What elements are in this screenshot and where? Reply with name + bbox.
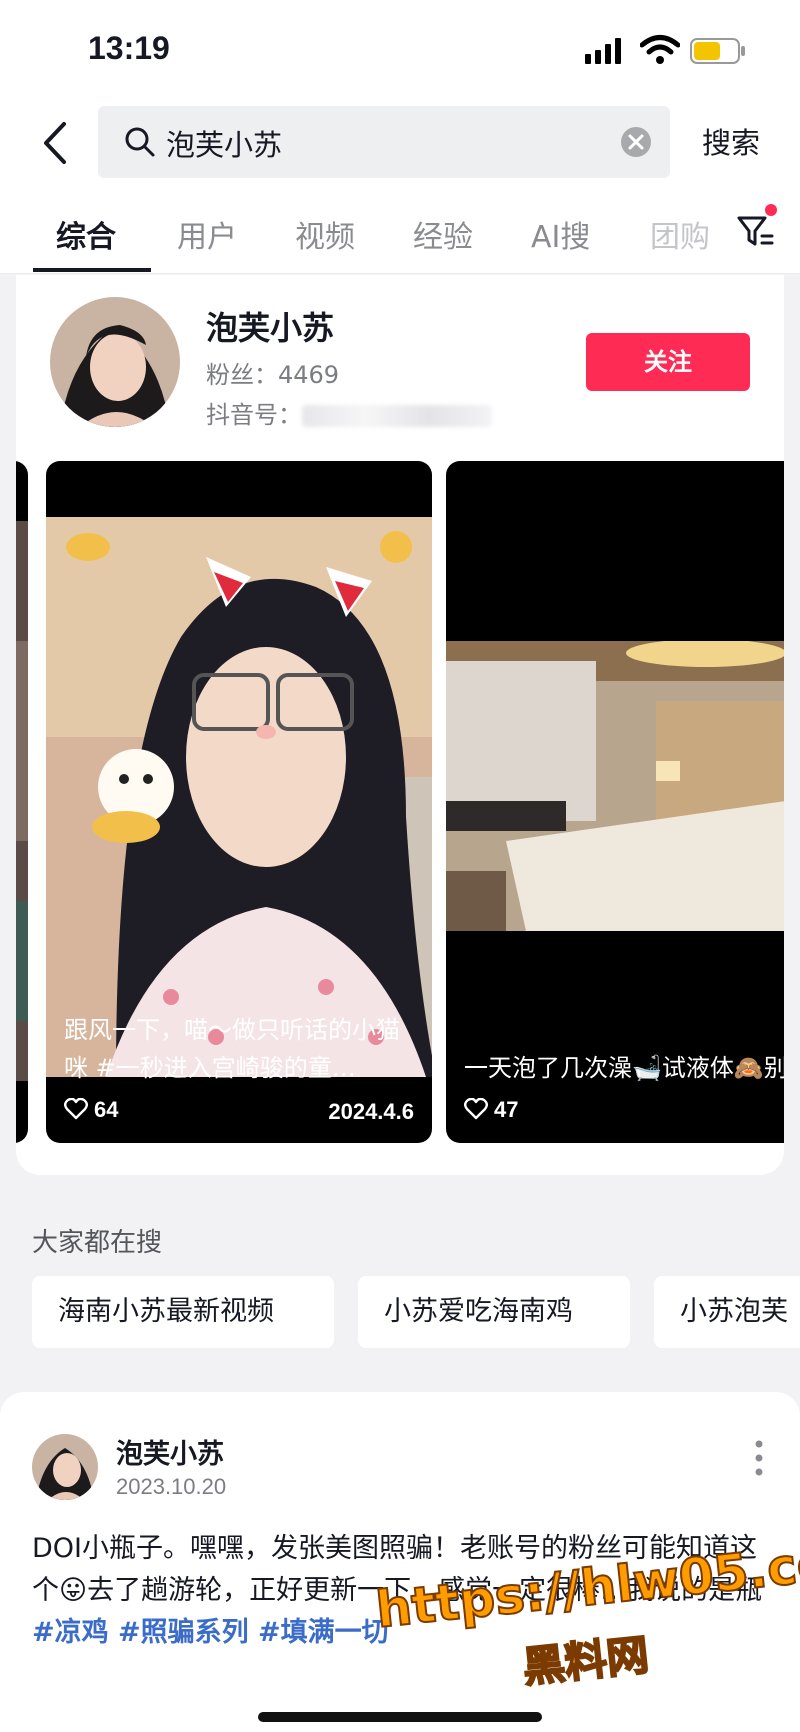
notification-dot xyxy=(765,204,777,216)
clear-icon[interactable] xyxy=(620,126,652,158)
douyin-id-label: 抖音号： xyxy=(206,401,302,429)
heart-icon xyxy=(464,1098,488,1120)
like-count: 64 xyxy=(94,1097,119,1122)
tab-comprehensive[interactable]: 综合 xyxy=(56,212,116,256)
video-stats: 47 xyxy=(464,1097,768,1131)
post-text: DOI小瓶子。嘿嘿，发张美图照骗！老账号的粉丝可能知道这个😛去了趟游轮，正好更新… xyxy=(32,1533,763,1606)
video-caption: 一天泡了几次澡🛁试液体🙈别问，问就是 xyxy=(464,1054,784,1082)
tab-users[interactable]: 用户 xyxy=(177,212,237,256)
search-header: 泡芙小苏 搜索 xyxy=(0,100,800,190)
video-card[interactable]: 一天泡了几次澡🛁试液体🙈别问，问就是 47 xyxy=(446,461,784,1143)
post-author[interactable]: 泡芙小苏 xyxy=(116,1432,224,1471)
tab-ai-search[interactable]: AI搜 xyxy=(531,212,590,256)
video-thumbnail xyxy=(16,521,28,1081)
follow-button[interactable]: 关注 xyxy=(586,333,750,391)
video-date: 2024.4.6 xyxy=(328,1099,414,1124)
trending-chip[interactable]: 海南小苏最新视频 xyxy=(32,1276,334,1348)
user-name[interactable]: 泡芙小苏 xyxy=(206,303,334,349)
home-indicator xyxy=(258,1712,542,1722)
battery-icon xyxy=(690,38,745,64)
fan-count: 粉丝：4469 xyxy=(206,361,340,389)
tab-videos[interactable]: 视频 xyxy=(295,212,355,256)
video-card[interactable]: 跟风一下，喵～做只听话的小猫 咪 #一秒进入宫崎骏的童… 64 2024.4.6 xyxy=(46,461,432,1143)
avatar[interactable] xyxy=(50,297,180,427)
post-hashtags[interactable]: #凉鸡 #照骗系列 #填满一切 xyxy=(32,1617,389,1648)
post-date: 2023.10.20 xyxy=(116,1474,227,1499)
video-stats: 64 2024.4.6 xyxy=(64,1097,414,1131)
post-body: DOI小瓶子。嘿嘿，发张美图照骗！老账号的粉丝可能知道这个😛去了趟游轮，正好更新… xyxy=(32,1528,772,1654)
redacted-id xyxy=(302,405,492,427)
more-options-icon[interactable] xyxy=(752,1438,766,1478)
douyin-id: 抖音号： xyxy=(206,395,492,430)
trending-title: 大家都在搜 xyxy=(32,1228,163,1258)
tab-group-buy[interactable]: 团购 xyxy=(650,212,720,256)
search-icon xyxy=(125,127,155,157)
user-result-card[interactable]: 泡芙小苏 粉丝：4469 抖音号： 关注 跟风一下，喵～做只听话的小猫 咪 #一… xyxy=(16,275,784,1175)
wifi-icon xyxy=(640,35,680,64)
heart-icon xyxy=(64,1098,88,1120)
trending-chip[interactable]: 小苏泡芙 xyxy=(654,1276,800,1348)
cellular-signal-icon xyxy=(585,38,621,64)
search-input[interactable]: 泡芙小苏 xyxy=(98,106,670,178)
back-arrow-icon[interactable] xyxy=(36,118,76,168)
active-tab-indicator xyxy=(33,268,151,272)
search-button[interactable]: 搜索 xyxy=(702,120,760,162)
status-bar: 13:19 xyxy=(0,0,800,100)
video-thumbnail xyxy=(46,517,432,1077)
post-card[interactable]: 泡芙小苏 2023.10.20 DOI小瓶子。嘿嘿，发张美图照骗！老账号的粉丝可… xyxy=(0,1392,800,1732)
avatar[interactable] xyxy=(32,1434,98,1500)
result-tabs: 综合 用户 视频 经验 AI搜 团购 xyxy=(0,190,800,274)
video-caption: 跟风一下，喵～做只听话的小猫 咪 #一秒进入宫崎骏的童… xyxy=(64,1016,400,1082)
video-thumbnail xyxy=(446,641,784,931)
video-card-previous[interactable] xyxy=(16,461,28,1143)
status-time: 13:19 xyxy=(88,30,170,66)
tab-experience[interactable]: 经验 xyxy=(413,212,473,256)
trending-chip[interactable]: 小苏爱吃海南鸡 xyxy=(358,1276,630,1348)
search-query-text: 泡芙小苏 xyxy=(166,128,283,162)
filter-icon[interactable] xyxy=(735,210,775,250)
like-count: 47 xyxy=(494,1097,519,1122)
